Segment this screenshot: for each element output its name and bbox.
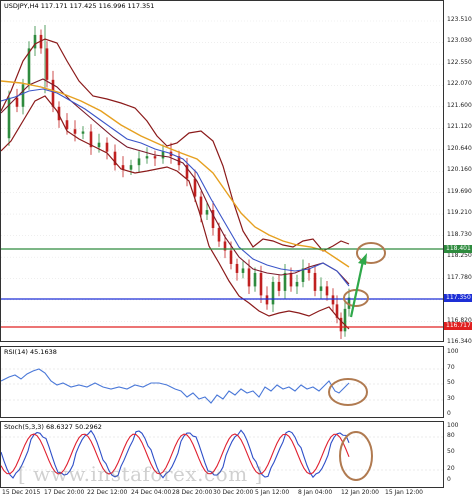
price-y-axis: 123.510 123.030 122.550 122.070 121.600 121.1… [444,0,472,345]
support-price-tag: 116.717 [444,322,472,330]
y-tick-label: 119.210 [447,209,472,217]
rsi-panel[interactable]: RSI(14) 45.1638 [0,346,444,418]
candle-body [229,250,233,264]
rsi-title: RSI(14) 45.1638 [4,348,57,356]
y-tick-label: 120.160 [447,166,472,174]
arrow-shaft [349,260,365,318]
y-tick-label: 120.640 [447,144,472,152]
candle-body [137,158,141,166]
candle-body [259,272,263,296]
y-tick-label: 122.550 [447,58,472,66]
y-tick-label: 117.780 [447,273,472,281]
candle-body [105,142,109,152]
rsi-y-axis: 100 70 50 30 0 [444,346,472,418]
price-chart-canvas[interactable] [1,1,444,342]
y-tick-label: 80 [447,432,455,439]
x-tick-label: 12 Jan 20:00 [341,489,379,496]
candle-body [247,268,251,287]
candle-body [15,97,19,107]
y-tick-label: 116.340 [447,338,472,345]
pivot-price-tag: 117.350 [444,294,472,302]
y-tick-label: 20 [447,465,455,472]
y-tick-label: 0 [447,476,451,483]
time-axis: 15 Dec 2015 17 Dec 20:00 22 Dec 12:00 24 De… [0,488,444,500]
y-tick-label: 121.600 [447,101,472,109]
stochastic-circle-annotation [339,431,373,481]
candle-body [271,281,275,305]
candle-body [343,308,347,332]
candle-body [73,129,77,134]
rsi-canvas[interactable] [1,347,444,418]
candle-body [21,84,25,107]
y-tick-label: 30 [447,395,455,402]
y-tick-label: 121.120 [447,123,472,131]
candle-body [319,286,323,291]
y-tick-label: 100 [447,422,459,429]
candle-body [81,131,85,134]
candle-body [331,295,335,305]
y-tick-label: 119.690 [447,187,472,195]
x-tick-label: 30 Dec 20:00 [213,489,254,496]
x-tick-label: 15 Jan 12:00 [385,489,423,496]
candle-body [161,151,165,159]
candle-body [217,228,221,242]
bollinger-upper [1,38,350,252]
candle-body [33,34,37,49]
candle-body [277,281,281,291]
y-tick-label: 123.510 [447,16,472,23]
candle-body [153,156,157,159]
price-chart-panel[interactable]: USDJPY,H4 117.171 117.425 116.996 117.35… [0,0,444,342]
candle-body [97,142,101,148]
y-tick-label: 118.730 [447,230,472,238]
candle-body [325,286,329,296]
x-tick-label: 5 Jan 12:00 [255,489,290,496]
stochastic-title: Stoch(5,3,3) 68.6327 50.2962 [4,423,102,431]
y-tick-label: 50 [447,379,455,386]
x-tick-label: 22 Dec 12:00 [87,489,128,496]
stochastic-y-axis: 100 80 50 20 0 [444,421,472,488]
x-tick-label: 28 Dec 20:00 [172,489,213,496]
moving-average-fast [1,88,350,287]
candle-body [193,178,197,197]
y-tick-label: 70 [447,364,455,371]
y-tick-label: 0 [447,410,451,417]
bollinger-lower [1,95,350,330]
candle-body [283,272,287,291]
rsi-circle-annotation [328,378,368,406]
candle-body [295,281,299,287]
y-tick-label: 122.070 [447,80,472,88]
candle-body [235,263,239,273]
y-tick-label: 118.250 [447,252,472,260]
candle-body [129,165,133,170]
y-tick-label: 100 [447,348,459,355]
x-tick-label: 15 Dec 2015 [2,489,41,496]
candle-body [289,272,293,287]
candle-body [253,272,257,287]
candle-body [241,268,245,273]
rsi-line [1,368,350,404]
x-tick-label: 8 Jan 04:00 [298,489,333,496]
x-tick-label: 24 Dec 04:00 [131,489,172,496]
y-tick-label: 50 [447,448,455,455]
candle-body [205,210,209,215]
y-tick-label: 123.030 [447,37,472,45]
candle-body [199,196,203,215]
candle-body [145,156,149,159]
resistance-price-tag: 118.401 [444,245,472,253]
price-chart-title: USDJPY,H4 117.171 117.425 116.996 117.35… [4,2,155,10]
candle-body [313,272,317,291]
x-tick-label: 17 Dec 20:00 [44,489,85,496]
candle-body [265,295,269,305]
watermark: [ www.instaforex.com ] [18,462,263,486]
candle-body [45,48,49,80]
